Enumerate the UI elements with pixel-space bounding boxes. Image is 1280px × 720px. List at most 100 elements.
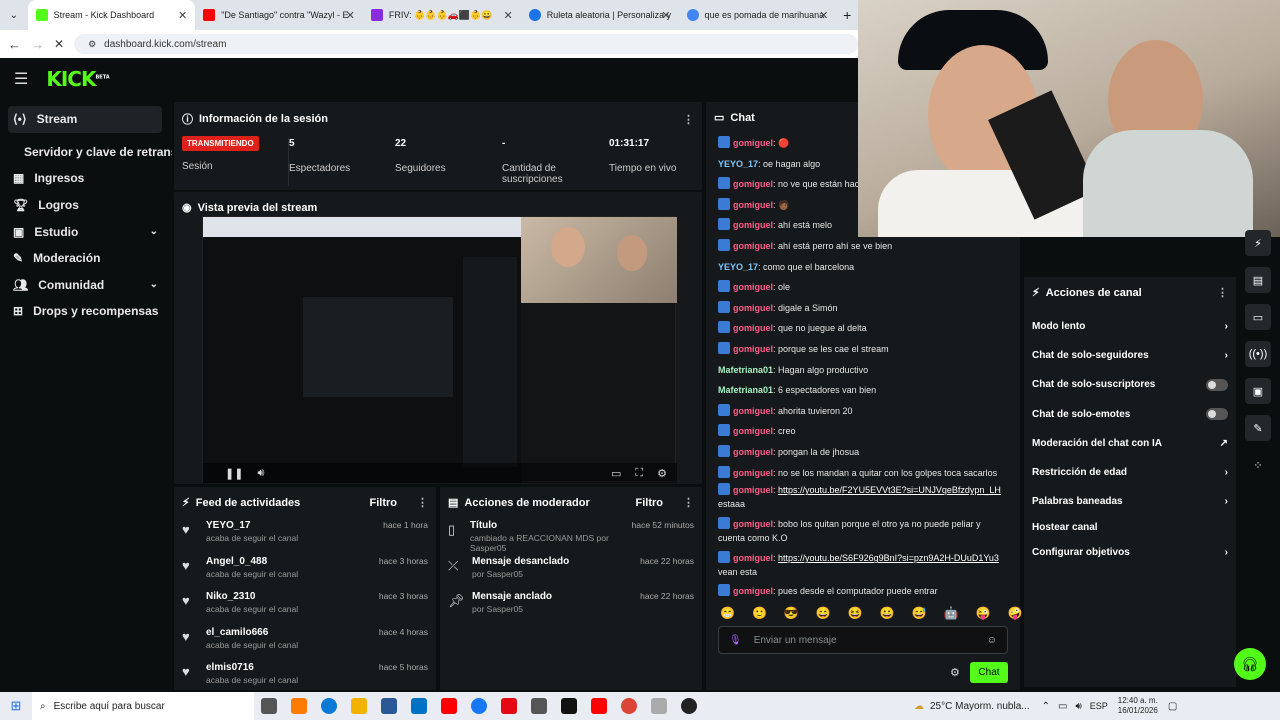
pause-icon[interactable]: ❚❚ bbox=[225, 467, 243, 480]
kebab-menu-icon[interactable]: ⋮ bbox=[1217, 286, 1228, 299]
copilot-icon[interactable] bbox=[291, 698, 307, 714]
kebab-menu-icon[interactable]: ⋮ bbox=[417, 496, 428, 509]
chat-username[interactable]: Mafetriana01 bbox=[718, 385, 773, 395]
store-icon[interactable] bbox=[381, 698, 397, 714]
weather-text[interactable]: 25°C Mayorm. nubla... bbox=[930, 701, 1030, 712]
emote-icon[interactable]: 😄 bbox=[816, 606, 831, 620]
chat-username[interactable]: gomiguel bbox=[733, 485, 773, 495]
browser-tab-ruleta[interactable]: Ruleta aleatoria | Personaliza y ✕ bbox=[521, 0, 679, 30]
network-icon[interactable]: ▭ bbox=[1058, 701, 1067, 712]
chat-username[interactable]: gomiguel bbox=[733, 200, 773, 210]
action-age-restriction[interactable]: Restricción de edad › bbox=[1024, 458, 1236, 487]
feed-user[interactable]: Angel_0_488 bbox=[206, 556, 298, 567]
youtube-icon[interactable] bbox=[441, 698, 457, 714]
settings-icon[interactable]: ⚙ bbox=[657, 467, 667, 480]
chat-username[interactable]: gomiguel bbox=[733, 519, 773, 529]
tab-search-icon[interactable]: ⌄ bbox=[0, 10, 28, 21]
close-icon[interactable]: ✕ bbox=[178, 9, 187, 22]
notifications-icon[interactable]: ▢ bbox=[1168, 701, 1177, 712]
new-tab-icon[interactable]: + bbox=[836, 7, 858, 23]
support-chat-button[interactable]: 🎧︎ bbox=[1234, 648, 1266, 680]
stream-preview-video[interactable]: ❚❚ 🔊︎ ▭ ⛶ ⚙ bbox=[202, 216, 677, 483]
wikipedia-icon[interactable] bbox=[561, 698, 577, 714]
users-icon[interactable]: ▣ bbox=[1245, 378, 1271, 404]
chat-link[interactable]: https://youtu.be/S6F926g9BnI?si=pzn9A2H-… bbox=[778, 553, 999, 563]
chat-username[interactable]: gomiguel bbox=[733, 241, 773, 251]
forward-icon[interactable]: → bbox=[31, 37, 44, 52]
site-info-icon[interactable]: ⚙ bbox=[88, 39, 96, 50]
chat-username[interactable]: gomiguel bbox=[733, 282, 773, 292]
emote-icon[interactable]: 🤪 bbox=[1008, 606, 1023, 620]
emote-icon[interactable]: 😜 bbox=[976, 606, 991, 620]
emote-icon[interactable]: 🙂 bbox=[752, 606, 767, 620]
feed-user[interactable]: el_camilo666 bbox=[206, 627, 298, 638]
bolt-icon[interactable]: ⚡︎ bbox=[1245, 230, 1271, 256]
chat-username[interactable]: Mafetriana01 bbox=[718, 365, 773, 375]
chat-username[interactable]: gomiguel bbox=[733, 426, 773, 436]
back-icon[interactable]: ← bbox=[8, 37, 21, 52]
language-indicator[interactable]: ESP bbox=[1090, 701, 1108, 711]
taskbar-search[interactable]: ⌕ Escribe aquí para buscar bbox=[32, 692, 254, 720]
close-icon[interactable]: ✕ bbox=[819, 9, 828, 22]
outlook-icon[interactable] bbox=[411, 698, 427, 714]
microphone-icon[interactable]: 🎙︎ bbox=[729, 635, 742, 646]
emote-icon[interactable]: 😁 bbox=[720, 606, 735, 620]
close-icon[interactable]: ✕ bbox=[503, 9, 512, 22]
emotes-only-toggle[interactable] bbox=[1206, 408, 1228, 421]
feed-user[interactable]: YEYO_17 bbox=[206, 520, 298, 531]
sidebar-item-server-key[interactable]: Servidor y clave de retransmisión bbox=[0, 139, 172, 166]
browser-tab-youtube[interactable]: "De Santiago" contra "Wazyl - E ✕ bbox=[195, 0, 363, 30]
kick-logo[interactable]: KICKBETA bbox=[46, 67, 109, 91]
file-explorer-icon[interactable] bbox=[351, 698, 367, 714]
document-icon[interactable]: ▤ bbox=[1245, 267, 1271, 293]
chat-link[interactable]: https://youtu.be/F2YU5EVVt3E?si=UNJVqeBf… bbox=[778, 485, 1001, 495]
feed-user[interactable]: Niko_2310 bbox=[206, 591, 298, 602]
chat-username[interactable]: gomiguel bbox=[733, 138, 773, 148]
action-ai-moderation[interactable]: Moderación del chat con IA ↗ bbox=[1024, 429, 1236, 458]
sidebar-item-stream[interactable]: ⟨•⟩ Stream bbox=[8, 106, 162, 133]
chat-username[interactable]: gomiguel bbox=[733, 553, 773, 563]
youtube-icon[interactable] bbox=[591, 698, 607, 714]
tray-chevron-icon[interactable]: ⌃ bbox=[1042, 701, 1050, 712]
chat-username[interactable]: gomiguel bbox=[733, 586, 773, 596]
volume-icon[interactable]: 🔊︎ bbox=[257, 467, 264, 480]
obs-icon[interactable] bbox=[681, 698, 697, 714]
pip-icon[interactable]: ▭ bbox=[611, 467, 621, 480]
windows-start-icon[interactable]: ⊞ bbox=[0, 698, 32, 714]
apps-icon[interactable]: ⁘ bbox=[1245, 452, 1271, 478]
chat-settings-icon[interactable]: ⚙ bbox=[950, 666, 960, 679]
task-view-icon[interactable] bbox=[261, 698, 277, 714]
close-icon[interactable]: ✕ bbox=[346, 9, 355, 22]
chat-username[interactable]: gomiguel bbox=[733, 406, 773, 416]
edge-icon[interactable] bbox=[321, 698, 337, 714]
sidebar-item-estudio[interactable]: ▣ Estudio ⌄ bbox=[0, 218, 170, 245]
chat-username[interactable]: gomiguel bbox=[733, 468, 773, 478]
chat-username[interactable]: gomiguel bbox=[733, 323, 773, 333]
netflix-icon[interactable] bbox=[501, 698, 517, 714]
chat-username[interactable]: gomiguel bbox=[733, 344, 773, 354]
media-icon[interactable] bbox=[651, 698, 667, 714]
chrome-icon[interactable] bbox=[621, 698, 637, 714]
chat-username[interactable]: YEYO_17 bbox=[718, 159, 758, 169]
kebab-menu-icon[interactable]: ⋮ bbox=[683, 496, 694, 509]
chat-username[interactable]: gomiguel bbox=[733, 220, 773, 230]
action-banned-words[interactable]: Palabras baneadas › bbox=[1024, 487, 1236, 516]
subs-only-toggle[interactable] bbox=[1206, 378, 1228, 391]
volume-icon[interactable]: 🔊︎ bbox=[1075, 701, 1081, 712]
filter-button[interactable]: Filtro bbox=[370, 497, 398, 509]
emote-icon[interactable]: 😆 bbox=[848, 606, 863, 620]
chat-username[interactable]: gomiguel bbox=[733, 303, 773, 313]
facebook-icon[interactable] bbox=[471, 698, 487, 714]
sidebar-item-logros[interactable]: 🏆︎ Logros bbox=[0, 192, 170, 219]
action-followers-only[interactable]: Chat de solo-seguidores › bbox=[1024, 341, 1236, 370]
sidebar-item-ingresos[interactable]: ▦ Ingresos bbox=[0, 165, 170, 192]
emote-icon[interactable]: 😅 bbox=[912, 606, 927, 620]
chat-username[interactable]: gomiguel bbox=[733, 179, 773, 189]
close-icon[interactable]: ✕ bbox=[661, 9, 670, 22]
action-slow-mode[interactable]: Modo lento › bbox=[1024, 312, 1236, 341]
sidebar-item-moderacion[interactable]: ✎ Moderación bbox=[0, 245, 170, 272]
emoji-icon[interactable]: ☺ bbox=[987, 635, 997, 646]
chat-input[interactable]: 🎙︎ Enviar un mensaje ☺ bbox=[718, 626, 1008, 654]
browser-tab-kick[interactable]: Stream - Kick Dashboard ✕ bbox=[27, 0, 196, 30]
action-goals[interactable]: Configurar objetivos › bbox=[1024, 538, 1236, 567]
